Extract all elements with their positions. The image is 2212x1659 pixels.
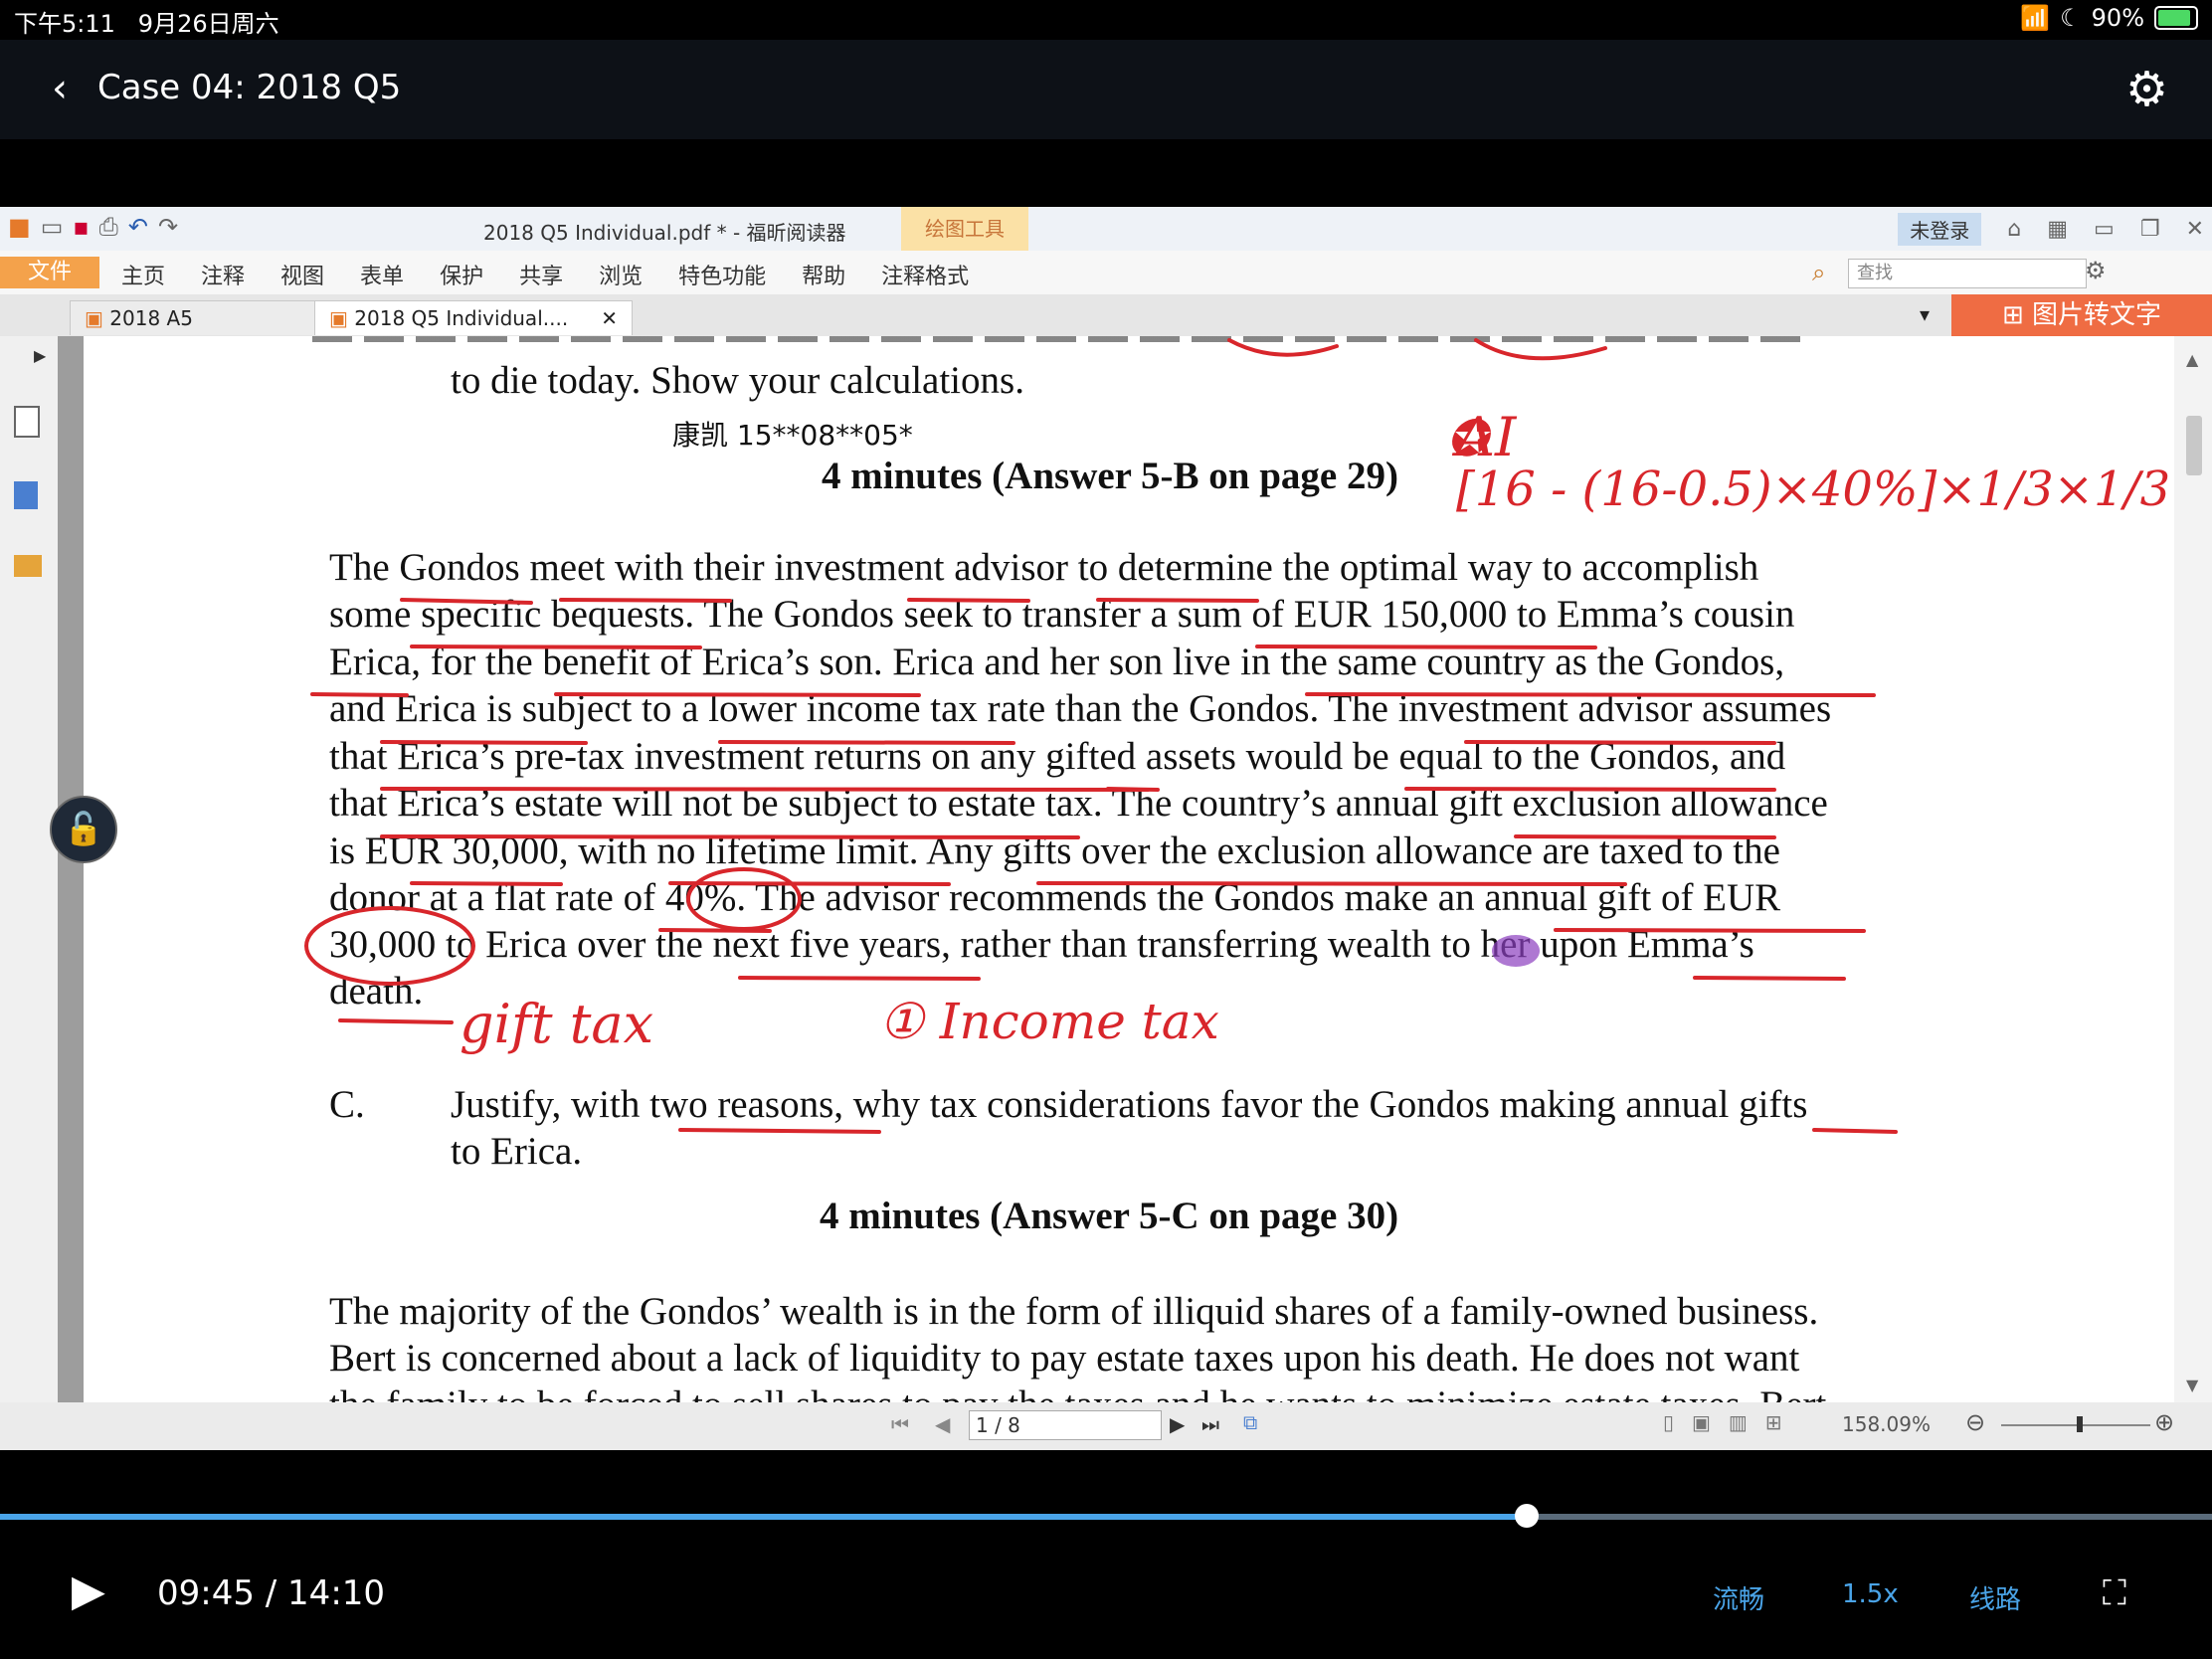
- wifi-icon: 📶: [2020, 4, 2051, 32]
- zoom-in-icon[interactable]: ⊕: [2154, 1408, 2174, 1436]
- ocr-button[interactable]: ⊞ 图片转文字: [1951, 294, 2212, 336]
- note-formula: [16 - (16-0.5)×40%]×1/3×1/3: [1456, 461, 2171, 517]
- page-input[interactable]: 1 / 8: [969, 1410, 1162, 1440]
- menu-home[interactable]: 主页: [121, 259, 165, 290]
- battery-percent: 90%: [2091, 4, 2144, 32]
- restore-icon[interactable]: ❐: [2140, 217, 2160, 242]
- pdf-menu-bar: 文件 主页 注释 视图 表单 保护 共享 浏览 特色功能 帮助 注释格式 ⌕ 查…: [0, 251, 2212, 294]
- unlock-icon[interactable]: 🔓: [50, 796, 117, 863]
- view-mode-icons[interactable]: ▯▣▥⊞: [1663, 1410, 1800, 1434]
- status-time: 下午5:11 9月26日周六: [14, 10, 279, 38]
- ocr-icon: ⊞: [2001, 300, 2024, 330]
- note-gift-tax: gift tax: [460, 993, 654, 1055]
- zoom-slider-thumb[interactable]: [2077, 1416, 2083, 1432]
- next-page-icon[interactable]: ▶: [1170, 1412, 1185, 1436]
- pages-icon[interactable]: [14, 481, 38, 509]
- search-input[interactable]: 查找: [1848, 259, 2087, 288]
- star-icon: ✪: [1446, 410, 1488, 467]
- menu-share[interactable]: 共享: [519, 259, 563, 290]
- menu-comment-format[interactable]: 注释格式: [881, 259, 969, 290]
- menu-form[interactable]: 表单: [360, 259, 404, 290]
- tab-2018-q5[interactable]: ▣ 2018 Q5 Individual.... ✕: [314, 300, 633, 335]
- window-controls: 未登录 ⌂ ▦ ▭ ❐ ✕: [1898, 213, 2204, 246]
- speed-button[interactable]: 1.5x: [1842, 1579, 1899, 1609]
- grid-icon[interactable]: ▦: [2047, 217, 2068, 242]
- comments-icon[interactable]: [14, 555, 42, 577]
- expand-sidebar-icon[interactable]: ▶: [34, 346, 46, 365]
- pdf-status-bar: ⏮ ◀ 1 / 8 ▶ ⏭ ⧉ ▯▣▥⊞ 158.09% ⊖ ⊕: [0, 1402, 2212, 1450]
- moon-icon: ☾: [2060, 4, 2082, 32]
- document-title: 2018 Q5 Individual.pdf * - 福昕阅读器: [483, 221, 846, 245]
- skin-icon[interactable]: ⌂: [2007, 217, 2021, 242]
- play-icon[interactable]: ▶: [72, 1566, 105, 1616]
- route-button[interactable]: 线路: [1969, 1579, 2021, 1616]
- back-icon[interactable]: ‹: [52, 66, 68, 111]
- copy-page-icon[interactable]: ⧉: [1243, 1410, 1257, 1434]
- undo-icon[interactable]: ↶: [128, 213, 148, 241]
- zoom-level[interactable]: 158.09%: [1842, 1412, 1931, 1436]
- pdf-sidebar: ▶: [0, 336, 58, 1402]
- menu-help[interactable]: 帮助: [802, 259, 845, 290]
- open-icon[interactable]: ▭: [41, 213, 64, 241]
- print-icon[interactable]: ⎙: [99, 213, 118, 241]
- pdf-file-icon: ▣: [85, 306, 103, 330]
- pdf-title-bar: ■ ▭ ▪ ⎙ ↶ ↷ 2018 Q5 Individual.pdf * - 福…: [0, 207, 2212, 251]
- prev-page-icon[interactable]: ◀: [935, 1412, 950, 1436]
- zoom-slider[interactable]: [2001, 1424, 2150, 1426]
- video-frame[interactable]: ■ ▭ ▪ ⎙ ↶ ↷ 2018 Q5 Individual.pdf * - 福…: [0, 207, 2212, 1450]
- video-progress-bar[interactable]: [0, 1504, 2212, 1528]
- playback-time: 09:45 / 14:10: [157, 1573, 386, 1613]
- zoom-out-icon[interactable]: ⊖: [1965, 1408, 1985, 1436]
- tab-2018-a5[interactable]: ▣ 2018 A5 Individual....: [70, 300, 316, 364]
- menu-features[interactable]: 特色功能: [678, 259, 766, 290]
- last-page-icon[interactable]: ⏭: [1201, 1412, 1219, 1436]
- menu-browse[interactable]: 浏览: [599, 259, 643, 290]
- status-right: 📶 ☾ 90%: [2020, 4, 2198, 32]
- page-title: Case 04: 2018 Q5: [97, 68, 402, 107]
- progress-fill: [0, 1514, 1527, 1520]
- close-tab-icon[interactable]: ✕: [601, 301, 618, 335]
- minimize-icon[interactable]: ▭: [2094, 217, 2115, 242]
- scroll-up-icon[interactable]: ▲: [2186, 350, 2198, 369]
- quick-access-toolbar: ■ ▭ ▪ ⎙ ↶ ↷: [8, 213, 178, 241]
- tab-dropdown-icon[interactable]: ▾: [1920, 302, 1930, 326]
- note-income-tax: ① Income tax: [879, 993, 1219, 1050]
- menu-view[interactable]: 视图: [280, 259, 324, 290]
- bookmark-icon[interactable]: [14, 406, 40, 438]
- gear-icon[interactable]: ⚙: [2125, 62, 2168, 117]
- scroll-down-icon[interactable]: ▼: [2186, 1376, 2198, 1394]
- first-page-icon[interactable]: ⏮: [891, 1412, 909, 1436]
- menu-comment[interactable]: 注释: [201, 259, 245, 290]
- vertical-scrollbar[interactable]: ▲ ▼: [2174, 336, 2212, 1402]
- pdf-file-icon: ▣: [329, 306, 348, 330]
- login-button[interactable]: 未登录: [1898, 213, 1982, 246]
- status-bar: 下午5:11 9月26日周六 📶 ☾ 90%: [0, 0, 2212, 40]
- status-date: 9月26日周六: [137, 10, 279, 38]
- progress-knob[interactable]: [1514, 1504, 1539, 1528]
- pdf-page[interactable]: to die today. Show your calculations. 康凯…: [84, 336, 2174, 1402]
- close-window-icon[interactable]: ✕: [2186, 217, 2204, 242]
- find-icon[interactable]: ⌕: [1812, 259, 1825, 286]
- settings-small-icon[interactable]: ⚙: [2085, 257, 2107, 284]
- menu-list: 主页 注释 视图 表单 保护 共享 浏览 特色功能 帮助 注释格式: [121, 259, 969, 290]
- document-tabs: ▣ 2018 A5 Individual.... ▣ 2018 Q5 Indiv…: [0, 294, 2212, 364]
- quality-button[interactable]: 流畅: [1713, 1579, 1764, 1616]
- save-icon[interactable]: ▪: [73, 213, 89, 241]
- nav-bar: ‹ Case 04: 2018 Q5 ⚙: [0, 40, 2212, 139]
- player-controls: ▶ 09:45 / 14:10 流畅 1.5x 线路 ⛶: [0, 1552, 2212, 1651]
- contextual-tool-tab[interactable]: 绘图工具: [901, 207, 1028, 251]
- scroll-thumb[interactable]: [2186, 416, 2202, 475]
- redo-icon[interactable]: ↷: [158, 213, 178, 241]
- app-logo-icon: ■: [8, 213, 31, 241]
- menu-protect[interactable]: 保护: [440, 259, 483, 290]
- page-gutter: [58, 336, 84, 1402]
- menu-file[interactable]: 文件: [0, 257, 99, 288]
- fullscreen-icon[interactable]: ⛶: [2103, 1573, 2126, 1613]
- battery-icon: [2154, 6, 2198, 30]
